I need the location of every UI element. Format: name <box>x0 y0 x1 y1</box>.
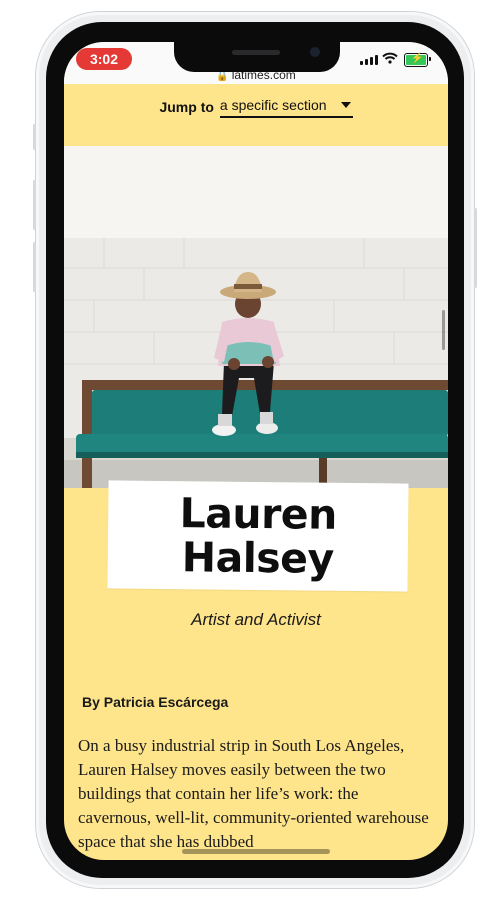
silent-switch <box>33 124 36 150</box>
status-time[interactable]: 3:02 <box>76 48 132 70</box>
article-subtitle: Artist and Activist <box>191 610 321 629</box>
front-camera <box>310 47 320 57</box>
power-button <box>474 208 477 288</box>
speaker-grille <box>232 50 280 55</box>
phone-frame: 3:02 ⚡ 🔒 latimes.com Jump to a specific … <box>33 12 477 888</box>
hero-top-blank <box>64 146 448 238</box>
wifi-icon <box>382 52 398 64</box>
artist-portrait-photo <box>64 238 448 488</box>
battery-charging-icon: ⚡ <box>404 53 431 67</box>
chevron-down-icon <box>340 102 351 108</box>
hero-photo <box>64 238 448 488</box>
volume-down-button <box>33 242 36 292</box>
article-body: On a busy industrial strip in South Los … <box>78 736 429 851</box>
article-title-line-1: Lauren <box>179 489 338 539</box>
article-title-line-2: Halsey <box>181 533 335 583</box>
byline: By Patricia Escárcega <box>82 694 228 710</box>
jump-label: Jump to <box>159 99 214 115</box>
home-indicator[interactable] <box>182 849 330 854</box>
section-dropdown-value: a specific section <box>219 97 327 113</box>
author-link[interactable]: Patricia Escárcega <box>104 694 229 710</box>
title-card: Lauren Halsey <box>107 480 409 592</box>
phone-screen: 3:02 ⚡ 🔒 latimes.com Jump to a specific … <box>64 42 448 860</box>
notch <box>174 42 340 72</box>
jump-nav: Jump to a specific section <box>64 84 448 146</box>
section-dropdown[interactable]: a specific section <box>219 97 353 118</box>
lock-icon: 🔒 <box>216 71 229 82</box>
volume-up-button <box>33 180 36 230</box>
byline-prefix: By <box>82 694 100 710</box>
phone-bezel: 3:02 ⚡ 🔒 latimes.com Jump to a specific … <box>46 22 464 878</box>
signal-icon <box>360 55 378 65</box>
scroll-indicator[interactable] <box>442 310 445 350</box>
